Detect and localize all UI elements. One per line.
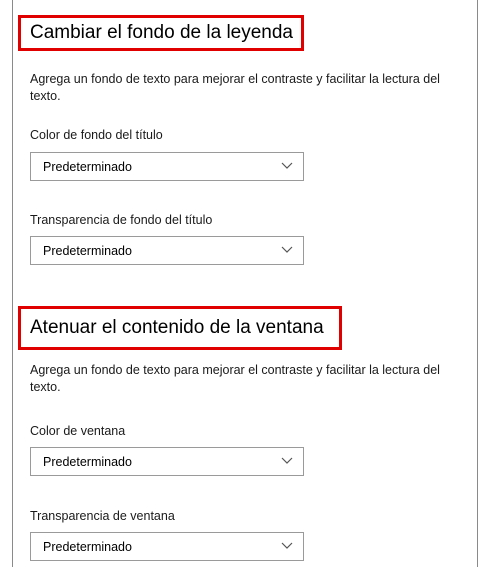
window-transparency-dropdown[interactable]: Predeterminado [30,532,304,561]
window-transparency-label: Transparencia de ventana [30,509,175,523]
caption-background-transparency-dropdown[interactable]: Predeterminado [30,236,304,265]
section-title-caption-background: Cambiar el fondo de la leyenda [30,22,294,43]
dropdown-value: Predeterminado [43,160,132,174]
caption-background-color-dropdown[interactable]: Predeterminado [30,152,304,181]
chevron-down-icon [281,246,293,253]
section-description: Agrega un fondo de texto para mejorar el… [30,363,440,394]
dropdown-value: Predeterminado [43,244,132,258]
chevron-down-icon [281,457,293,464]
window-color-dropdown[interactable]: Predeterminado [30,447,304,476]
section-description: Agrega un fondo de texto para mejorar el… [30,72,440,103]
caption-background-color-label: Color de fondo del título [30,128,163,142]
dropdown-value: Predeterminado [43,455,132,469]
window-color-label: Color de ventana [30,424,126,438]
chevron-down-icon [281,162,293,169]
dropdown-value: Predeterminado [43,540,132,554]
chevron-down-icon [281,542,293,549]
section-title-dim-window: Atenuar el contenido de la ventana [30,317,324,338]
caption-background-transparency-label: Transparencia de fondo del título [30,213,213,227]
